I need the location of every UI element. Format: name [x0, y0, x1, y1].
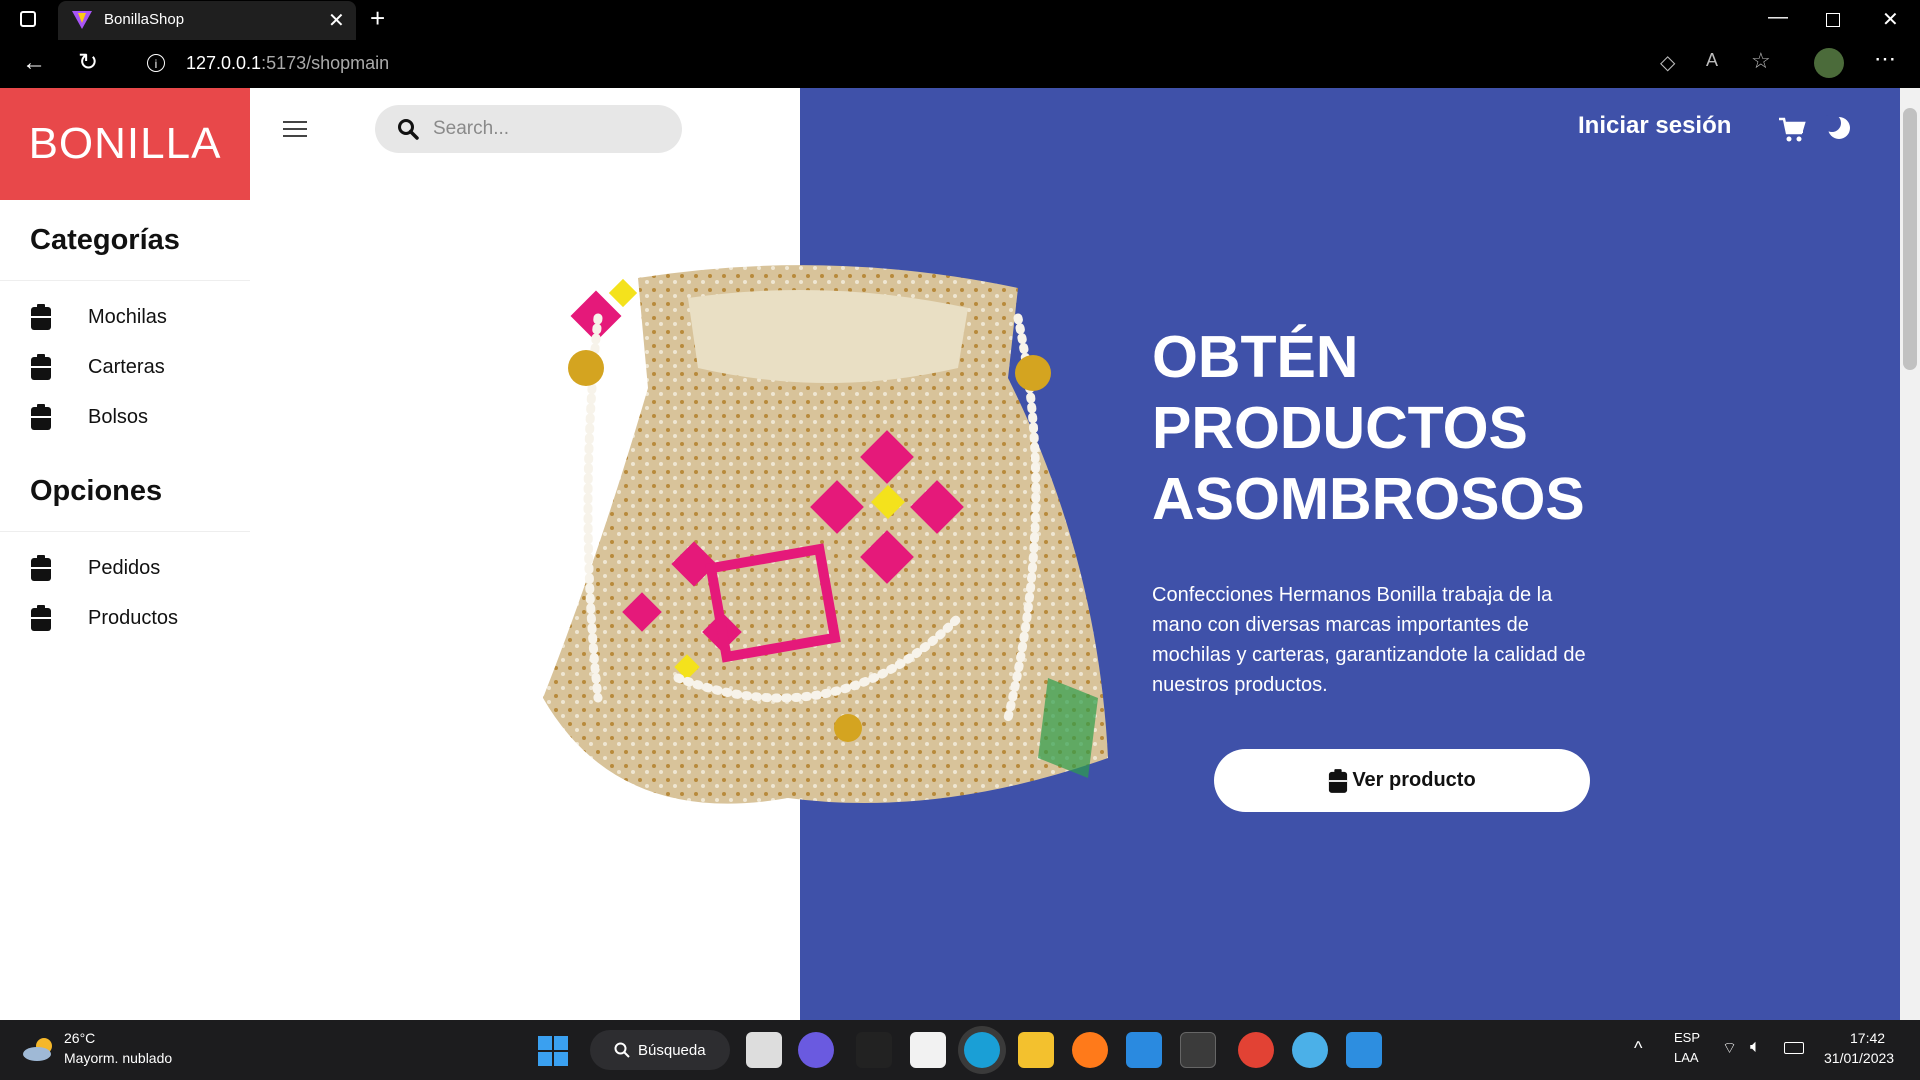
back-icon[interactable]: ← [22, 49, 46, 77]
bag-icon [1329, 768, 1348, 793]
hero-description: Confecciones Hermanos Bonilla trabaja de… [1152, 584, 1586, 696]
microsoft-store-icon[interactable] [910, 1032, 946, 1068]
profile-avatar[interactable] [1814, 48, 1844, 78]
weather-description[interactable]: Mayorm. nublado [64, 1050, 172, 1066]
show-hidden-icons-chevron-icon[interactable]: ^ [1634, 1038, 1642, 1059]
sidebar-item-mochilas[interactable]: Mochilas [30, 299, 167, 335]
tab-title: BonillaShop [104, 11, 185, 28]
weather-cloud-icon[interactable] [22, 1036, 58, 1062]
url-host: 127.0.0.1 [186, 53, 262, 73]
sidebar-item-label: Bolsos [88, 405, 149, 428]
cart-icon[interactable] [1778, 117, 1806, 143]
wifi-icon[interactable]: ⌔ [1722, 1038, 1737, 1058]
minimize-icon[interactable]: — [1768, 6, 1788, 29]
tag-icon[interactable]: ◇ [1660, 50, 1675, 75]
task-view-icon[interactable] [746, 1032, 782, 1068]
hamburger-menu-icon[interactable] [283, 120, 307, 138]
sidebar-item-productos[interactable]: Productos [30, 600, 178, 636]
bag-icon [31, 555, 51, 581]
more-menu-icon[interactable]: ⋯ [1874, 46, 1896, 72]
product-bag-image [543, 265, 1108, 804]
tab-actions-icon[interactable] [20, 11, 36, 27]
sidebar-item-label: Pedidos [88, 556, 161, 579]
login-link[interactable]: Iniciar sesión [1578, 112, 1731, 140]
teams-chat-icon[interactable] [798, 1032, 834, 1068]
close-window-icon[interactable]: ✕ [1882, 7, 1899, 32]
search-box[interactable] [375, 105, 682, 153]
bag-icon [31, 404, 51, 430]
browser-tab-bar: BonillaShop ✕ + — ✕ [0, 0, 1920, 40]
new-tab-icon[interactable]: + [370, 3, 385, 34]
bag-icon [31, 605, 51, 631]
sidebar-item-pedidos[interactable]: Pedidos [30, 550, 160, 586]
clock-time[interactable]: 17:42 [1850, 1030, 1885, 1046]
search-input[interactable] [431, 117, 665, 141]
taskbar-search[interactable]: Búsqueda [590, 1030, 730, 1070]
bag-icon [31, 304, 51, 330]
sidebar-item-label: Mochilas [88, 305, 167, 328]
reload-icon[interactable]: ↻ [78, 48, 98, 77]
restore-icon[interactable] [1826, 13, 1840, 27]
categories-divider [0, 280, 250, 281]
dark-mode-moon-icon[interactable] [1826, 115, 1852, 141]
vite-logo-icon [72, 11, 92, 29]
read-aloud-icon[interactable]: A [1706, 50, 1718, 71]
cta-label: Ver producto [1352, 769, 1476, 791]
clock-date[interactable]: 31/01/2023 [1824, 1050, 1894, 1066]
sidebar-item-bolsos[interactable]: Bolsos [30, 399, 148, 435]
bag-icon [31, 354, 51, 380]
url-path: :5173/shopmain [261, 53, 390, 73]
keyboard-layout-indicator[interactable]: LAA [1674, 1050, 1699, 1065]
options-heading: Opciones [30, 475, 163, 507]
brand-logo[interactable]: BONILLA [0, 88, 250, 200]
ver-producto-button[interactable]: Ver producto [1214, 749, 1590, 812]
file-explorer-icon[interactable] [1018, 1032, 1054, 1068]
sidebar-item-label: Carteras [88, 355, 165, 378]
taskbar-search-label: Búsqueda [638, 1041, 706, 1059]
windows-taskbar [0, 1020, 1920, 1080]
close-tab-icon[interactable]: ✕ [328, 8, 345, 33]
tiktok-icon[interactable] [856, 1032, 892, 1068]
favorites-icon[interactable]: ☆ [1751, 48, 1771, 74]
firefox-icon[interactable] [1072, 1032, 1108, 1068]
hero-title: OBTÉN PRODUCTOS ASOMBROSOS [1152, 322, 1752, 535]
sidebar-item-carteras[interactable]: Carteras [30, 349, 165, 385]
address-bar: ← ↻ i 127.0.0.1:5173/shopmain ◇ A ☆ ⋯ [0, 40, 1920, 88]
search-icon [614, 1042, 630, 1058]
windows-start-icon[interactable] [538, 1036, 568, 1066]
edge-browser-icon[interactable] [964, 1032, 1000, 1068]
hero-title-line: OBTÉN [1152, 324, 1359, 390]
globe-app-icon[interactable] [1292, 1032, 1328, 1068]
azure-data-studio-icon[interactable] [1346, 1032, 1382, 1068]
chrome-icon[interactable] [1238, 1032, 1274, 1068]
hero-title-line: PRODUCTOS [1152, 395, 1528, 461]
browser-tab[interactable]: BonillaShop ✕ [58, 1, 356, 40]
terminal-icon[interactable] [1180, 1032, 1216, 1068]
scrollbar-thumb[interactable] [1903, 108, 1917, 370]
options-divider [0, 531, 250, 532]
url-field[interactable]: 127.0.0.1:5173/shopmain [186, 53, 389, 74]
weather-temperature[interactable]: 26°C [64, 1030, 95, 1046]
sidebar-item-label: Productos [88, 606, 179, 629]
search-icon [398, 119, 419, 140]
language-indicator[interactable]: ESP [1674, 1030, 1700, 1045]
battery-icon[interactable] [1784, 1042, 1804, 1054]
categories-heading: Categorías [30, 224, 180, 256]
hero-title-line: ASOMBROSOS [1152, 466, 1585, 532]
volume-icon[interactable]: 🔈︎ [1750, 1036, 1761, 1057]
site-info-icon[interactable]: i [147, 54, 165, 72]
vscode-icon[interactable] [1126, 1032, 1162, 1068]
